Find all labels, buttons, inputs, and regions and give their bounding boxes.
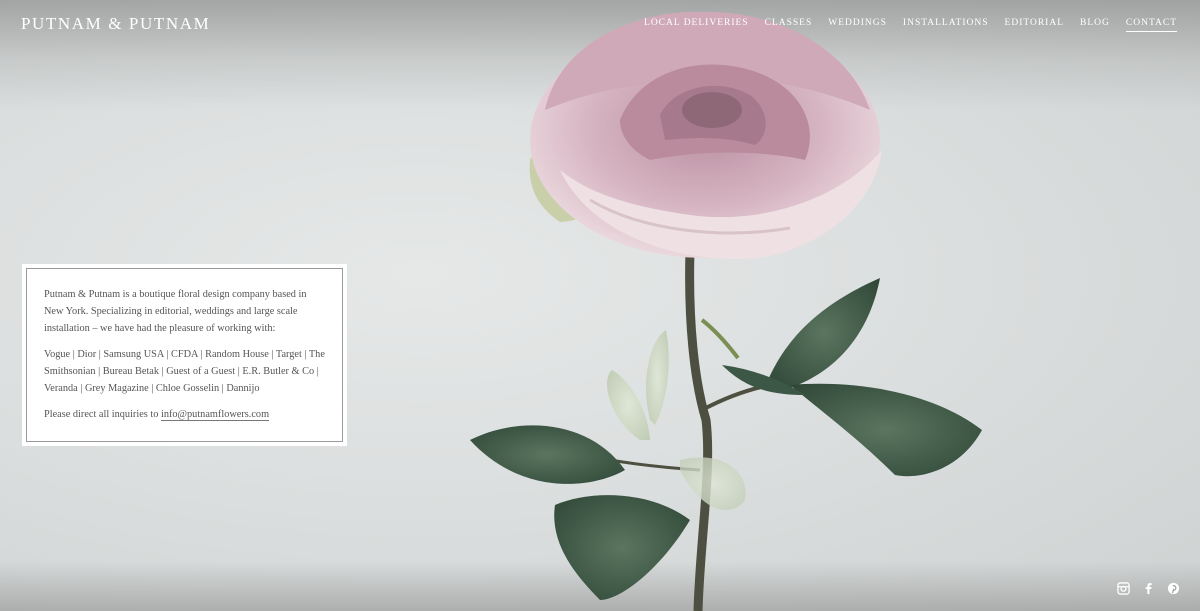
nav-editorial[interactable]: EDITORIAL (1005, 18, 1064, 32)
nav-weddings[interactable]: WEDDINGS (828, 18, 887, 32)
pinterest-icon[interactable] (1167, 582, 1180, 595)
nav-installations[interactable]: INSTALLATIONS (903, 18, 989, 32)
info-panel-inner: Putnam & Putnam is a boutique floral des… (26, 268, 343, 442)
main-nav: LOCAL DELIVERIES CLASSES WEDDINGS INSTAL… (628, 18, 1177, 32)
inquiry-prefix: Please direct all inquiries to (44, 409, 161, 420)
intro-text: Putnam & Putnam is a boutique floral des… (44, 289, 307, 334)
nav-local-deliveries[interactable]: LOCAL DELIVERIES (644, 18, 749, 32)
nav-classes[interactable]: CLASSES (765, 18, 813, 32)
nav-contact[interactable]: CONTACT (1125, 18, 1177, 32)
instagram-icon[interactable] (1117, 582, 1130, 595)
facebook-icon[interactable] (1142, 582, 1155, 595)
social-links (1117, 582, 1180, 595)
nav-blog[interactable]: BLOG (1080, 18, 1110, 32)
inquiry-line: Please direct all inquiries to info@putn… (44, 406, 325, 423)
email-link[interactable]: info@putnamflowers.com (160, 409, 270, 421)
clients-text: Vogue | Dior | Samsung USA | CFDA | Rand… (44, 349, 325, 394)
site-logo[interactable]: PUTNAM & PUTNAM (21, 14, 210, 34)
info-panel: Putnam & Putnam is a boutique floral des… (22, 264, 347, 446)
